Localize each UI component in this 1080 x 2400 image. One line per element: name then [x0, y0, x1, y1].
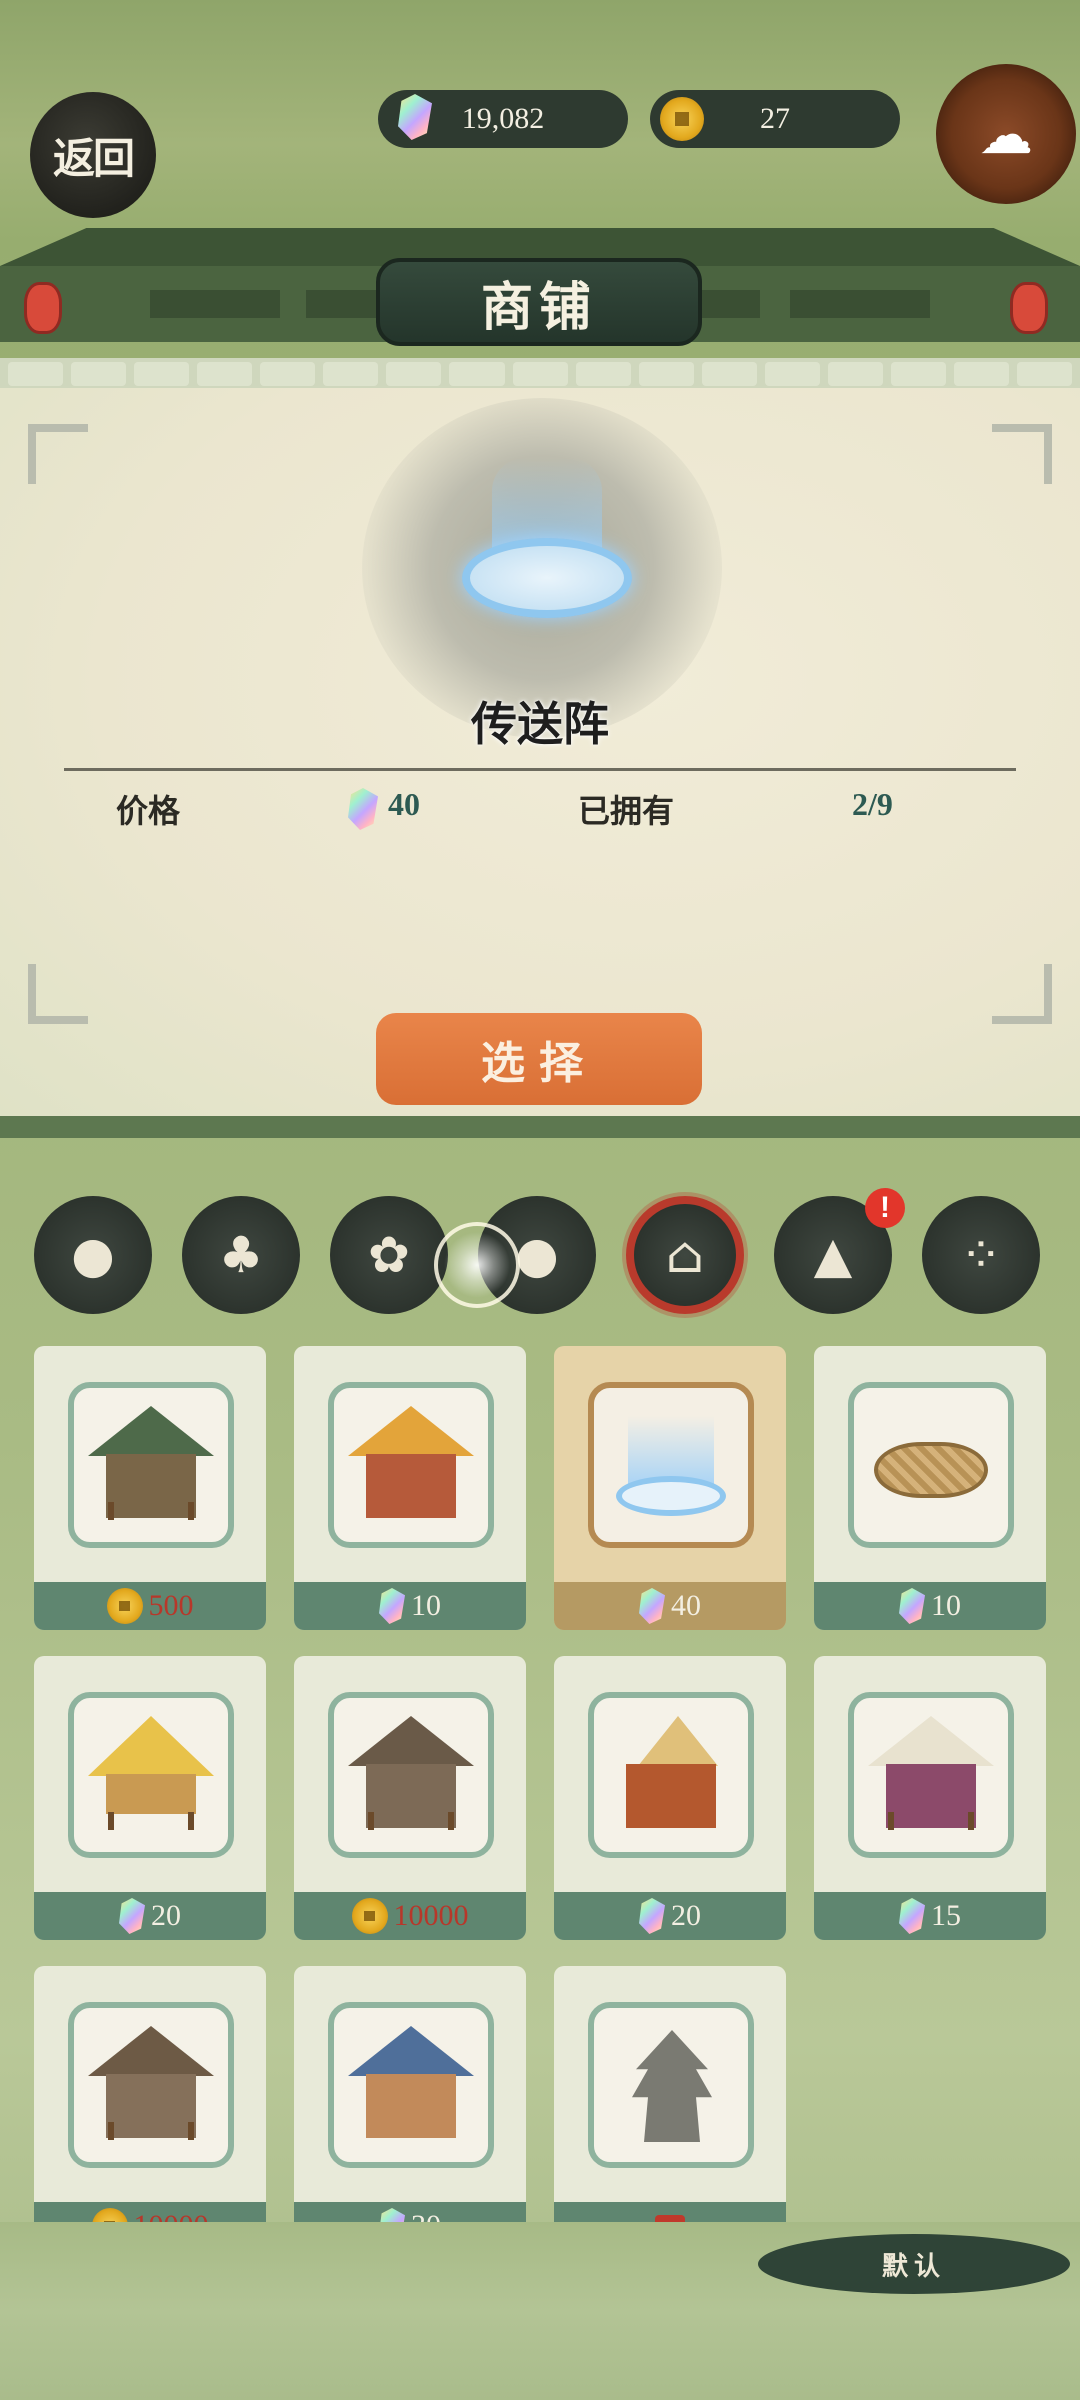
item-card-shed[interactable]: 10000: [34, 1966, 266, 2250]
portal-preview: [462, 538, 632, 618]
plant-icon: ♣: [218, 1226, 264, 1284]
flower-icon: ✿: [368, 1226, 410, 1284]
cloud-icon: ☁: [979, 102, 1033, 166]
item-card-portal[interactable]: 40: [554, 1346, 786, 1630]
item-card-umbrella-stall[interactable]: 10: [294, 1346, 526, 1630]
gem-counter: 19,082: [378, 90, 628, 148]
item-card-wooden-house[interactable]: 10000: [294, 1656, 526, 1940]
item-price: 500: [148, 1589, 194, 1622]
item-price: 20: [151, 1899, 181, 1932]
item-card-cloth-shop[interactable]: 30: [294, 1966, 526, 2250]
tab-plant[interactable]: ♣: [182, 1196, 300, 1314]
item-price: 40: [671, 1589, 701, 1622]
item-card-locked-tower[interactable]: [554, 1966, 786, 2250]
mountain-icon: ▲: [813, 1226, 853, 1284]
item-card-straw-hut[interactable]: 20: [34, 1656, 266, 1940]
owned-value: 2/9: [852, 786, 893, 822]
gem-icon: [639, 1898, 665, 1934]
gem-icon: [639, 1588, 665, 1624]
item-price: 20: [671, 1899, 701, 1932]
item-card-flower-stall[interactable]: 15: [814, 1656, 1046, 1940]
roof-tiles: [0, 358, 1080, 390]
weather-button[interactable]: ☁: [936, 64, 1076, 204]
gem-icon: [899, 1898, 925, 1934]
coin-icon: [351, 1898, 388, 1934]
coin-count: 27: [760, 102, 790, 135]
default-sort-button[interactable]: 默认: [758, 2234, 1070, 2294]
item-price: 10: [411, 1589, 441, 1622]
item-price: 10000: [393, 1899, 469, 1932]
price-value: 40: [388, 786, 420, 822]
item-name: 传送阵: [471, 697, 609, 751]
notification-badge: !: [865, 1188, 905, 1228]
tab-flower[interactable]: ✿: [330, 1196, 448, 1314]
coin-counter: 27: [650, 90, 900, 148]
fruit-icon: ●: [71, 1226, 115, 1284]
gem-icon: [379, 1588, 405, 1624]
price-label: 价格: [116, 792, 181, 830]
item-price: 10: [931, 1589, 961, 1622]
owned-label: 已拥有: [578, 792, 675, 830]
item-card-stall[interactable]: 500: [34, 1346, 266, 1630]
divider: [64, 768, 1016, 771]
pig-icon: ●: [515, 1226, 559, 1284]
tab-stones[interactable]: ⁘: [922, 1196, 1040, 1314]
lantern-left: [24, 282, 62, 334]
lantern-right: [1010, 282, 1048, 334]
coin-icon: [106, 1588, 143, 1624]
gem-icon: [899, 1588, 925, 1624]
gem-icon: [348, 788, 378, 830]
item-card-food-stall[interactable]: 20: [554, 1656, 786, 1940]
touch-pointer-icon: [434, 1222, 520, 1308]
house-icon: ⌂: [665, 1226, 705, 1284]
gem-icon: [119, 1898, 145, 1934]
item-card-nest[interactable]: 10: [814, 1346, 1046, 1630]
item-detail-panel: 传送阵 价格 40 已拥有 2/9 选择: [0, 388, 1080, 1116]
select-button[interactable]: 选择: [376, 1013, 702, 1105]
shop-title: 商铺: [376, 258, 702, 346]
tab-fruit[interactable]: ●: [34, 1196, 152, 1314]
back-button[interactable]: 返回: [30, 92, 156, 218]
locked-tower-silhouette: [632, 2030, 712, 2142]
tab-building[interactable]: ⌂: [626, 1196, 744, 1314]
stones-icon: ⁘: [960, 1226, 1002, 1284]
gem-count: 19,082: [461, 102, 545, 135]
item-price: 15: [931, 1899, 961, 1932]
